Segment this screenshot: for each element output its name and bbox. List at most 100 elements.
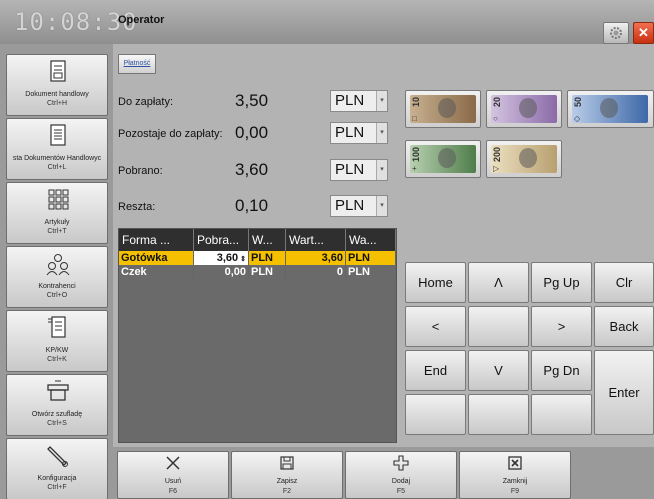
sidebar-item-shortcut: Ctrl+T [47,228,67,235]
banknote-symbol: ◇ [574,114,581,123]
page-down-key[interactable]: Pg Dn [531,350,592,391]
remaining-label: Pozostaje do zapłaty: [118,128,223,140]
spinner-icon[interactable]: ⇕ [240,256,246,263]
banknote-100-button[interactable]: 100 + [405,140,481,178]
backspace-key[interactable]: Back [594,306,654,347]
sidebar-item-shortcut: Ctrl+H [46,100,68,107]
change-currency-select[interactable]: PLN ▾ [330,195,388,217]
enter-key[interactable]: Enter [594,350,654,435]
right-key[interactable]: > [531,306,592,347]
gear-icon [610,27,622,39]
sidebar-item-konfiguracja[interactable]: Konfiguracja Ctrl+F [6,438,108,499]
column-header[interactable]: W... [249,229,286,251]
settings-button[interactable] [603,22,629,44]
remaining-currency-select[interactable]: PLN ▾ [330,122,388,144]
sidebar-item-artykuly[interactable]: Artykuły Ctrl+T [6,182,108,244]
tab-platnosc[interactable]: Płatność [118,54,156,74]
table-cell: PLN [346,251,396,265]
portrait-icon [600,98,618,118]
sidebar-item-label: KP/KW [45,347,69,354]
banknote-denomination: 50 [573,97,583,108]
close-icon [508,456,522,470]
change-value: 0,10 [235,196,269,215]
add-button[interactable]: Dodaj F5 [345,451,457,499]
amount-due-label: Do zapłaty: [118,96,174,108]
table-cell: Gotówka [119,251,194,265]
save-icon [280,456,294,470]
delete-button[interactable]: Usuń F6 [117,451,229,499]
add-label: Dodaj [391,478,411,485]
blank-key[interactable] [531,394,592,435]
banknote-50-button[interactable]: 50 ◇ [567,90,654,128]
cell-value: 3,60 [216,252,239,264]
page-up-key[interactable]: Pg Up [531,262,592,303]
sidebar-item-kontrahenci[interactable]: Kontrahenci Ctrl+O [6,246,108,308]
portrait-icon [438,148,456,168]
add-icon [393,455,409,471]
blank-key[interactable] [468,306,529,347]
close-icon: ✕ [638,25,649,40]
portrait-icon [438,98,456,118]
banknote-denomination: 100 [411,147,421,163]
dropdown-arrow-icon: ▾ [376,123,387,143]
wrench-icon [47,446,68,467]
banknote-20-button[interactable]: 20 ○ [486,90,562,128]
close-window-button[interactable]: ✕ [633,22,654,44]
table-cell: Czek [119,265,194,279]
banknote-denomination: 20 [492,97,502,108]
items-grid-icon [48,189,69,210]
save-button[interactable]: Zapisz F2 [231,451,343,499]
table-cell: 0,00 [194,265,249,279]
sidebar-item-label: Konfiguracja [37,475,77,482]
amount-due-currency-select[interactable]: PLN ▾ [330,90,388,112]
received-value: 3,60 [235,160,269,179]
sidebar-item-label: Otwórz szufladę [31,411,83,418]
dropdown-arrow-icon: ▾ [376,91,387,111]
blank-key[interactable] [468,394,529,435]
column-header[interactable]: Wart... [286,229,346,251]
banknote-symbol: □ [412,114,417,123]
sidebar-item-kpkw[interactable]: KP/KW Ctrl+K [6,310,108,372]
home-key[interactable]: Home [405,262,466,303]
cash-document-icon [48,316,66,338]
banknote-200-button[interactable]: 200 ▷ [486,140,562,178]
clock-display: 10:08:30 [14,8,138,36]
payment-forms-table[interactable]: Forma ... Pobra... W... Wart... Wa... Go… [118,228,397,443]
clear-key[interactable]: Clr [594,262,654,303]
received-label: Pobrano: [118,165,163,177]
left-key[interactable]: < [405,306,466,347]
received-currency-select[interactable]: PLN ▾ [330,159,388,181]
table-row[interactable]: Czek 0,00 PLN 0 PLN [119,265,396,279]
close-button[interactable]: Zamknij F9 [459,451,571,499]
amount-due-value: 3,50 [235,91,269,110]
table-cell: PLN [249,251,286,265]
end-key[interactable]: End [405,350,466,391]
sidebar-item-label: Dokument handlowy [25,91,89,98]
bottom-toolbar: Usuń F6 Zapisz F2 Dodaj F5 Zamknij F9 [113,447,654,499]
table-cell: 3,60 [286,251,346,265]
dropdown-arrow-icon: ▾ [376,160,387,180]
column-header[interactable]: Forma ... [119,229,194,251]
banknote-denomination: 200 [492,147,502,163]
payment-panel: Płatność Do zapłaty: 3,50 PLN ▾ Pozostaje… [113,44,654,447]
sidebar-item-dokument-handlowy[interactable]: Dokument handlowy Ctrl+H [6,54,108,116]
down-key[interactable]: V [468,350,529,391]
close-shortcut: F9 [510,488,520,495]
banknote-10-button[interactable]: 10 □ [405,90,481,128]
sidebar-item-shortcut: Ctrl+S [47,420,67,427]
sidebar-item-shortcut: Ctrl+K [47,356,67,363]
column-header[interactable]: Wa... [346,229,396,251]
table-row[interactable]: Gotówka 3,60 ⇕ PLN 3,60 PLN [119,251,396,265]
up-key[interactable]: Λ [468,262,529,303]
blank-key[interactable] [405,394,466,435]
document-icon [50,60,66,82]
add-shortcut: F5 [396,488,406,495]
banknote-symbol: + [412,164,417,173]
column-header[interactable]: Pobra... [194,229,249,251]
amount-input-cell[interactable]: 3,60 ⇕ [194,251,249,265]
sidebar-item-label: Artykuły [44,219,70,226]
sidebar-item-shortcut: Ctrl+F [47,484,67,491]
sidebar-item-lista-dokumentow[interactable]: sta Dokumentów Handlowyc Ctrl+L [6,118,108,180]
save-shortcut: F2 [282,488,292,495]
sidebar-item-otworz-szuflade[interactable]: Otwórz szufladę Ctrl+S [6,374,108,436]
